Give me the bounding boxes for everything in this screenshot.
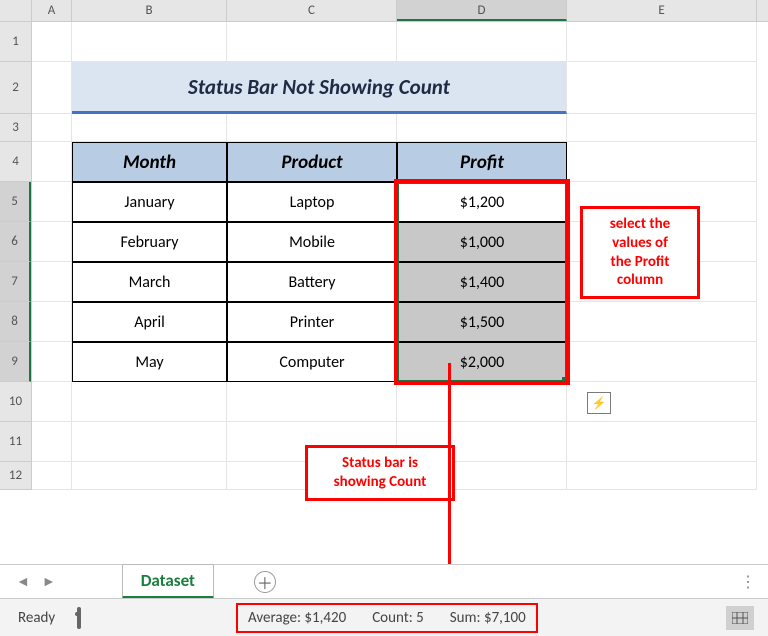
header-profit[interactable]: Profit [397, 142, 567, 182]
cell-a12[interactable] [32, 462, 72, 490]
cell-product-3[interactable]: Printer [227, 302, 397, 342]
cell-e3[interactable] [567, 114, 757, 142]
row-head-3[interactable]: 3 [0, 114, 31, 142]
row-head-2[interactable]: 2 [0, 62, 31, 114]
status-sum: Sum: $7,100 [450, 609, 526, 627]
cell-e11[interactable] [567, 422, 757, 462]
cell-e1[interactable] [567, 22, 757, 62]
cell-e2[interactable] [567, 62, 757, 114]
cell-a2[interactable] [32, 62, 72, 114]
cell-e12[interactable] [567, 462, 757, 490]
quick-analysis-button[interactable]: ⚡ [587, 392, 611, 414]
cell-a11[interactable] [32, 422, 72, 462]
tabs-menu-icon[interactable]: ⋮ [740, 572, 768, 592]
cell-a10[interactable] [32, 382, 72, 422]
status-ready: Ready [18, 609, 55, 627]
new-sheet-button[interactable]: ＋ [254, 571, 276, 593]
cell-profit-1[interactable]: $1,000 [397, 222, 567, 262]
cell-a3[interactable] [32, 114, 72, 142]
row-head-1[interactable]: 1 [0, 22, 31, 62]
row-head-8[interactable]: 8 [0, 302, 31, 342]
annotation-connector-v [448, 363, 451, 385]
grid-icon [732, 612, 748, 624]
plus-icon: ＋ [257, 570, 273, 594]
callout-select-profit: select the values of the Profit column [580, 206, 700, 299]
column-headers: A B C D E [0, 0, 768, 22]
row-head-5[interactable]: 5 [0, 182, 31, 222]
sheet-tab-active[interactable]: Dataset [122, 564, 214, 599]
annotation-arrow-corner [448, 385, 451, 388]
cell-a8[interactable] [32, 302, 72, 342]
cell-month-3[interactable]: April [72, 302, 227, 342]
cell-a7[interactable] [32, 262, 72, 302]
normal-view-button[interactable] [726, 606, 754, 630]
macro-record-icon[interactable] [77, 609, 81, 627]
row-head-10[interactable]: 10 [0, 382, 31, 422]
tab-nav-next[interactable]: ► [36, 573, 62, 590]
cell-profit-3[interactable]: $1,500 [397, 302, 567, 342]
cell-b1[interactable] [72, 22, 227, 62]
col-head-e[interactable]: E [567, 0, 757, 21]
cell-a5[interactable] [32, 182, 72, 222]
cell-month-0[interactable]: January [72, 182, 227, 222]
select-all-corner[interactable] [0, 0, 32, 21]
row-head-4[interactable]: 4 [0, 142, 31, 182]
cell-b10[interactable] [72, 382, 227, 422]
row-head-9[interactable]: 9 [0, 342, 31, 382]
cell-product-2[interactable]: Battery [227, 262, 397, 302]
cell-profit-4[interactable]: $2,000 [397, 342, 567, 382]
cell-a6[interactable] [32, 222, 72, 262]
cell-a9[interactable] [32, 342, 72, 382]
row-head-11[interactable]: 11 [0, 422, 31, 462]
cell-e4[interactable] [567, 142, 757, 182]
cell-e9[interactable] [567, 342, 757, 382]
row-head-7[interactable]: 7 [0, 262, 31, 302]
cell-c3[interactable] [227, 114, 397, 142]
status-aggregates[interactable]: Average: $1,420 Count: 5 Sum: $7,100 [236, 603, 538, 633]
cell-d3[interactable] [397, 114, 567, 142]
header-month[interactable]: Month [72, 142, 227, 182]
cell-a1[interactable] [32, 22, 72, 62]
status-average: Average: $1,420 [248, 609, 346, 627]
cell-product-1[interactable]: Mobile [227, 222, 397, 262]
cell-d10[interactable] [397, 382, 567, 422]
cell-b12[interactable] [72, 462, 227, 490]
cell-product-4[interactable]: Computer [227, 342, 397, 382]
sheet-tabs-bar: ◄ ► Dataset ＋ ⋮ [0, 564, 768, 598]
callout-statusbar-count: Status bar is showing Count [305, 445, 455, 501]
cell-e8[interactable] [567, 302, 757, 342]
col-head-c[interactable]: C [227, 0, 397, 21]
cell-c1[interactable] [227, 22, 397, 62]
cell-a4[interactable] [32, 142, 72, 182]
col-head-d[interactable]: D [397, 0, 567, 21]
cell-b3[interactable] [72, 114, 227, 142]
row-head-12[interactable]: 12 [0, 462, 31, 490]
title-cell[interactable]: Status Bar Not Showing Count [72, 62, 567, 114]
status-count: Count: 5 [372, 609, 424, 627]
cell-profit-0[interactable]: $1,200 [397, 182, 567, 222]
tab-nav-prev[interactable]: ◄ [10, 573, 36, 590]
cell-b11[interactable] [72, 422, 227, 462]
cell-month-1[interactable]: February [72, 222, 227, 262]
col-head-b[interactable]: B [72, 0, 227, 21]
row-headers: 1 2 3 4 5 6 7 8 9 10 11 12 [0, 22, 32, 490]
cell-d1[interactable] [397, 22, 567, 62]
cell-product-0[interactable]: Laptop [227, 182, 397, 222]
cell-month-4[interactable]: May [72, 342, 227, 382]
cell-c10[interactable] [227, 382, 397, 422]
cell-month-2[interactable]: March [72, 262, 227, 302]
cell-profit-2[interactable]: $1,400 [397, 262, 567, 302]
col-head-a[interactable]: A [32, 0, 72, 21]
lightning-icon: ⚡ [592, 396, 607, 411]
row-head-6[interactable]: 6 [0, 222, 31, 262]
header-product[interactable]: Product [227, 142, 397, 182]
